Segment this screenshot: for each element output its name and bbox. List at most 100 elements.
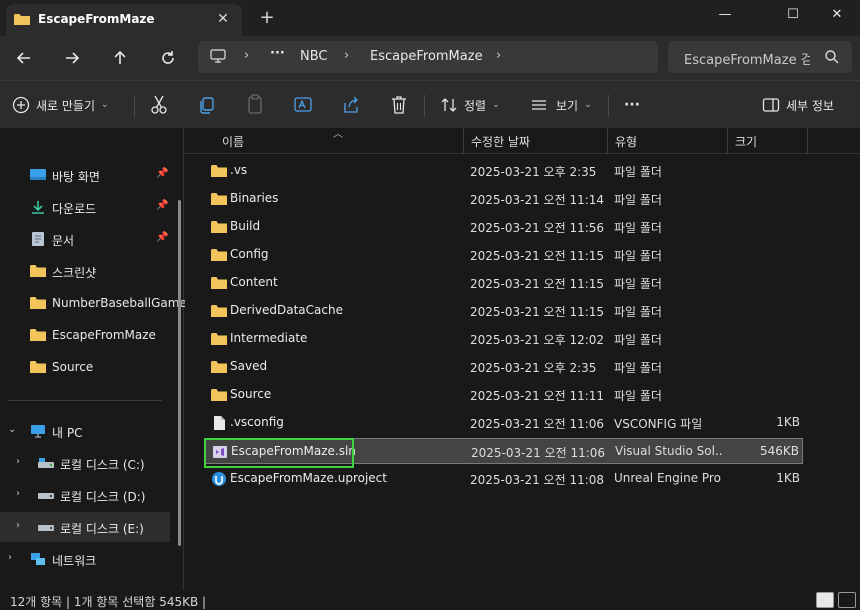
toolbar-divider bbox=[608, 95, 609, 117]
sidebar-item-escapefrommaze[interactable]: EscapeFromMaze bbox=[0, 320, 176, 350]
sidebar-item-this-pc[interactable]: ⌄ 내 PC bbox=[0, 416, 176, 446]
forward-button[interactable] bbox=[60, 46, 84, 70]
chevron-right-icon[interactable]: › bbox=[16, 520, 20, 531]
file-name: .vsconfig bbox=[230, 415, 284, 429]
delete-icon[interactable] bbox=[390, 93, 408, 117]
column-divider[interactable] bbox=[607, 128, 608, 154]
chevron-right-icon[interactable]: › bbox=[16, 456, 20, 467]
chevron-down-icon: ⌄ bbox=[492, 100, 500, 110]
computer-icon bbox=[210, 49, 226, 63]
file-row[interactable]: EscapeFromMaze.uproject 2025-03-21 오전 11:… bbox=[205, 466, 803, 492]
new-tab-button[interactable]: + bbox=[256, 8, 278, 28]
file-name: Content bbox=[230, 275, 278, 289]
up-button[interactable] bbox=[108, 46, 132, 70]
file-date: 2025-03-21 오전 11:06 bbox=[470, 417, 605, 431]
file-row[interactable]: Intermediate 2025-03-21 오후 12:02 파일 폴더 bbox=[205, 326, 803, 352]
sidebar-item-desktop[interactable]: 바탕 화면 📌 bbox=[0, 160, 176, 190]
sidebar-item-drive-e[interactable]: › 로컬 디스크 (E:) bbox=[0, 512, 170, 542]
details-pane-button[interactable]: 세부 정보 bbox=[762, 93, 834, 117]
copy-icon[interactable] bbox=[198, 93, 216, 117]
column-date[interactable]: 수정한 날짜 bbox=[471, 133, 530, 150]
folder-icon bbox=[211, 193, 227, 205]
chevron-right-icon[interactable]: › bbox=[244, 48, 249, 63]
file-row[interactable]: Saved 2025-03-21 오후 2:35 파일 폴더 bbox=[205, 354, 803, 380]
chevron-right-icon[interactable]: › bbox=[344, 48, 349, 63]
refresh-button[interactable] bbox=[156, 46, 180, 70]
file-list: ︿ 이름 수정한 날짜 유형 크기 .vs 2025-03-21 오후 2:35 파… bbox=[185, 128, 860, 590]
share-icon[interactable] bbox=[342, 93, 360, 117]
search-icon[interactable] bbox=[824, 49, 840, 65]
sidebar-item-network[interactable]: › 네트워크 bbox=[0, 544, 176, 574]
tab-escapefrommaze[interactable]: EscapeFromMaze ✕ bbox=[6, 4, 242, 36]
address-field[interactable]: › ··· › NBC › EscapeFromMaze › bbox=[198, 41, 658, 73]
sort-up-icon: ︿ bbox=[333, 129, 343, 140]
column-divider[interactable] bbox=[807, 128, 808, 154]
close-tab-icon[interactable]: ✕ bbox=[214, 10, 232, 28]
file-name: Intermediate bbox=[230, 331, 308, 345]
column-name[interactable]: 이름 bbox=[222, 133, 244, 150]
file-name: .vs bbox=[230, 163, 248, 177]
file-type: 파일 폴더 bbox=[614, 305, 662, 319]
file-name: Build bbox=[230, 219, 261, 233]
see-more-button[interactable]: ··· bbox=[624, 93, 640, 117]
file-name: Source bbox=[230, 387, 272, 401]
file-name: Binaries bbox=[230, 191, 279, 205]
file-row[interactable]: .vsconfig 2025-03-21 오전 11:06 VSCONFIG 파일 1… bbox=[205, 410, 803, 436]
file-name: EscapeFromMaze.uproject bbox=[230, 471, 387, 485]
command-bar: 새로 만들기 ⌄ 정렬 ⌄ 보기 ⌄ ··· 세부 정보 bbox=[0, 80, 860, 128]
file-type: 파일 폴더 bbox=[614, 193, 662, 207]
paste-icon[interactable] bbox=[246, 93, 264, 117]
file-name: Config bbox=[230, 247, 269, 261]
file-row[interactable]: Binaries 2025-03-21 오전 11:14 파일 폴더 bbox=[205, 186, 803, 212]
view-button[interactable]: 보기 ⌄ bbox=[530, 93, 592, 117]
file-type: Visual Studio Sol... bbox=[615, 444, 723, 458]
more-icon[interactable]: ··· bbox=[270, 46, 285, 61]
folder-icon bbox=[30, 297, 46, 309]
sidebar-item-label: 로컬 디스크 (E:) bbox=[60, 522, 144, 536]
chevron-right-icon[interactable]: › bbox=[16, 488, 20, 499]
folder-icon bbox=[211, 249, 227, 261]
details-view-button[interactable] bbox=[816, 592, 834, 608]
sidebar-item-label: NumberBaseballGame bbox=[52, 296, 187, 310]
folder-icon bbox=[14, 14, 30, 25]
file-row[interactable]: .vs 2025-03-21 오후 2:35 파일 폴더 bbox=[205, 158, 803, 184]
breadcrumb-nbc[interactable]: NBC bbox=[300, 49, 328, 64]
sidebar-item-screenshots[interactable]: 스크린샷 bbox=[0, 256, 176, 286]
file-row[interactable]: Build 2025-03-21 오전 11:56 파일 폴더 bbox=[205, 214, 803, 240]
sidebar-item-label: 네트워크 bbox=[52, 554, 97, 568]
file-row[interactable]: Config 2025-03-21 오전 11:15 파일 폴더 bbox=[205, 242, 803, 268]
sort-button[interactable]: 정렬 ⌄ bbox=[440, 93, 500, 117]
column-header-row: ︿ 이름 수정한 날짜 유형 크기 bbox=[185, 128, 860, 154]
sidebar-item-source[interactable]: Source bbox=[0, 352, 176, 382]
search-input[interactable]: EscapeFromMaze 검 bbox=[668, 41, 852, 73]
search-placeholder: EscapeFromMaze 검 bbox=[684, 53, 810, 68]
sidebar-scrollbar[interactable] bbox=[178, 200, 181, 546]
file-row[interactable]: Source 2025-03-21 오전 11:11 파일 폴더 bbox=[205, 382, 803, 408]
maximize-button[interactable]: ☐ bbox=[770, 0, 816, 32]
chevron-right-icon[interactable]: › bbox=[8, 552, 12, 563]
sidebar-item-numberbaseballgame[interactable]: NumberBaseballGame bbox=[0, 288, 187, 318]
sidebar-item-drive-d[interactable]: › 로컬 디스크 (D:) bbox=[0, 480, 176, 510]
chevron-right-icon[interactable]: › bbox=[496, 48, 501, 63]
tiles-view-button[interactable] bbox=[838, 592, 856, 608]
sidebar-item-downloads[interactable]: 다운로드 📌 bbox=[0, 192, 176, 222]
minimize-button[interactable]: — bbox=[702, 0, 748, 32]
back-button[interactable] bbox=[12, 46, 36, 70]
cut-icon[interactable] bbox=[150, 93, 168, 117]
breadcrumb-escapefrommaze[interactable]: EscapeFromMaze bbox=[370, 49, 483, 64]
column-type[interactable]: 유형 bbox=[615, 133, 637, 150]
file-row[interactable]: Content 2025-03-21 오전 11:15 파일 폴더 bbox=[205, 270, 803, 296]
file-row[interactable]: DerivedDataCache 2025-03-21 오전 11:15 파일 폴더 bbox=[205, 298, 803, 324]
column-size[interactable]: 크기 bbox=[735, 133, 757, 150]
close-window-button[interactable]: ✕ bbox=[814, 0, 860, 32]
column-divider[interactable] bbox=[463, 128, 464, 154]
file-date: 2025-03-21 오전 11:15 bbox=[470, 305, 605, 319]
sidebar-item-drive-c[interactable]: › 로컬 디스크 (C:) bbox=[0, 448, 176, 478]
sidebar-item-documents[interactable]: 문서 📌 bbox=[0, 224, 176, 254]
new-button[interactable]: 새로 만들기 ⌄ bbox=[12, 93, 109, 117]
rename-icon[interactable] bbox=[294, 93, 312, 117]
chevron-down-icon[interactable]: ⌄ bbox=[8, 424, 16, 435]
folder-icon bbox=[211, 277, 227, 289]
column-divider[interactable] bbox=[727, 128, 728, 154]
file-type: 파일 폴더 bbox=[614, 165, 662, 179]
